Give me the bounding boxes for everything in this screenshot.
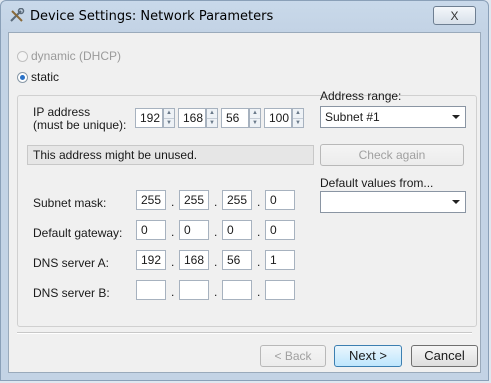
dhcp-radio[interactable]: [17, 51, 28, 63]
address-status: This address might be unused.: [27, 145, 314, 165]
ip-sublabel: (must be unique):: [33, 118, 127, 132]
gateway-octet-1[interactable]: 0: [136, 220, 166, 240]
close-button[interactable]: X: [433, 6, 476, 25]
address-range-label: Address range:: [320, 89, 402, 103]
dns-b-octet-1[interactable]: [136, 280, 166, 300]
static-radio[interactable]: [17, 72, 28, 84]
dhcp-option[interactable]: dynamic (DHCP): [17, 48, 121, 64]
spin-up-icon[interactable]: ▲: [293, 109, 303, 119]
title-bar[interactable]: Device Settings: Network Parameters X: [1, 1, 488, 31]
wrench-tools-icon: [10, 8, 25, 22]
octet-separator: .: [257, 255, 261, 269]
octet-separator: .: [257, 225, 261, 239]
dns-a-octet-4[interactable]: 1: [265, 250, 295, 270]
subnet-octet-2[interactable]: 255: [179, 190, 209, 210]
ip-octet-2-spinner[interactable]: ▲ ▼: [206, 108, 218, 128]
chevron-down-icon: [452, 200, 460, 204]
ip-octet-2[interactable]: 168: [178, 108, 206, 128]
ip-octet-1-spinner[interactable]: ▲ ▼: [163, 108, 175, 128]
dns-a-octet-1[interactable]: 192: [136, 250, 166, 270]
window-title: Device Settings: Network Parameters: [30, 9, 274, 24]
subnet-octet-3[interactable]: 255: [222, 190, 252, 210]
ip-octet-1[interactable]: 192: [135, 108, 163, 128]
ip-octet-3-spinner[interactable]: ▲ ▼: [249, 108, 261, 128]
close-icon: X: [450, 9, 459, 23]
dialog-body: dynamic (DHCP) static IP address (must b…: [8, 32, 481, 373]
spin-up-icon[interactable]: ▲: [164, 109, 174, 119]
address-range-value: Subnet #1: [325, 110, 380, 124]
gateway-octet-3[interactable]: 0: [222, 220, 252, 240]
static-label: static: [31, 70, 60, 84]
gateway-octet-4[interactable]: 0: [265, 220, 295, 240]
gateway-label: Default gateway:: [33, 226, 123, 240]
octet-separator: .: [214, 195, 218, 209]
ip-octet-3[interactable]: 56: [221, 108, 249, 128]
octet-separator: .: [171, 255, 175, 269]
octet-separator: .: [257, 285, 261, 299]
spin-up-icon[interactable]: ▲: [250, 109, 260, 119]
dns-a-label: DNS server A:: [33, 256, 110, 270]
dialog-window: Device Settings: Network Parameters X dy…: [0, 0, 489, 381]
octet-separator: .: [214, 255, 218, 269]
spin-down-icon[interactable]: ▼: [293, 119, 303, 128]
back-button[interactable]: < Back: [260, 345, 326, 367]
dns-b-octet-2[interactable]: [179, 280, 209, 300]
octet-separator: .: [214, 285, 218, 299]
spin-up-icon[interactable]: ▲: [207, 109, 217, 119]
octet-separator: .: [171, 225, 175, 239]
octet-separator: .: [214, 225, 218, 239]
dhcp-label: dynamic (DHCP): [31, 49, 122, 63]
octet-separator: .: [171, 195, 175, 209]
check-again-button[interactable]: Check again: [320, 144, 464, 166]
next-button[interactable]: Next >: [334, 345, 402, 367]
subnet-octet-1[interactable]: 255: [136, 190, 166, 210]
static-option[interactable]: static: [17, 69, 59, 85]
spin-down-icon[interactable]: ▼: [250, 119, 260, 128]
subnet-octet-4[interactable]: 0: [265, 190, 295, 210]
octet-separator: .: [171, 285, 175, 299]
dns-a-octet-3[interactable]: 56: [222, 250, 252, 270]
octet-separator: .: [257, 195, 261, 209]
ip-octet-4[interactable]: 100: [264, 108, 292, 128]
dns-b-label: DNS server B:: [33, 286, 110, 300]
spin-down-icon[interactable]: ▼: [207, 119, 217, 128]
dns-b-octet-4[interactable]: [265, 280, 295, 300]
ip-octet-4-spinner[interactable]: ▲ ▼: [292, 108, 304, 128]
address-range-select[interactable]: Subnet #1: [320, 106, 466, 128]
ip-label: IP address: [33, 105, 91, 119]
spin-down-icon[interactable]: ▼: [164, 119, 174, 128]
chevron-down-icon: [452, 115, 460, 119]
default-values-label: Default values from...: [320, 176, 434, 190]
dns-b-octet-3[interactable]: [222, 280, 252, 300]
cancel-button[interactable]: Cancel: [411, 345, 478, 367]
default-values-select[interactable]: [320, 191, 466, 213]
dns-a-octet-2[interactable]: 168: [179, 250, 209, 270]
subnet-mask-label: Subnet mask:: [33, 196, 107, 210]
gateway-octet-2[interactable]: 0: [179, 220, 209, 240]
footer-divider: [17, 332, 472, 334]
